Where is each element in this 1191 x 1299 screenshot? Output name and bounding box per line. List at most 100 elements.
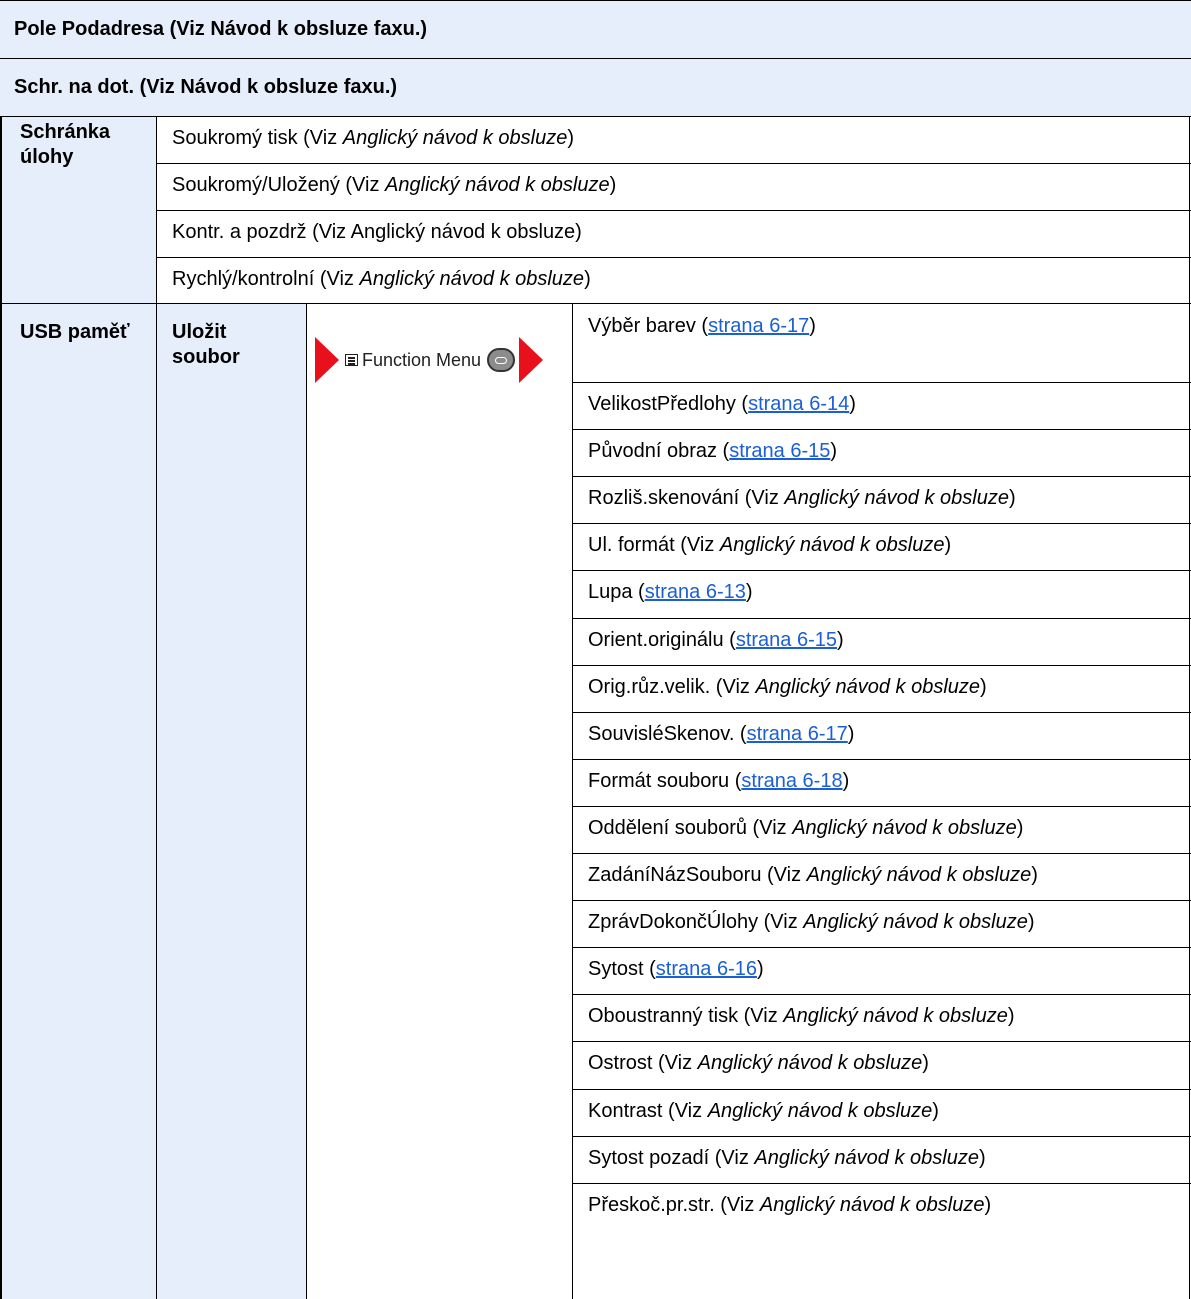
function-menu-label: Function Menu	[362, 349, 482, 370]
divider	[573, 900, 1191, 902]
manual-reference: Anglický návod k obsluze	[342, 127, 568, 149]
page-link[interactable]: strana 6-17	[747, 723, 848, 745]
list-item: Oddělení souborů (Viz Anglický návod k o…	[588, 817, 1023, 840]
job-box-label: Schránka úlohy	[20, 121, 111, 168]
item-suffix: )	[849, 393, 856, 415]
item-suffix: )	[847, 722, 855, 745]
item-label: SouvisléSkenov. (	[588, 722, 747, 745]
header-row-text: Schr. na dot. (Viz Návod k obsluze faxu.…	[14, 76, 398, 98]
manual-reference: Anglický návod k obsluze	[754, 1146, 979, 1169]
page-link[interactable]: strana 6-15	[729, 440, 830, 462]
list-item: VelikostPředlohy (strana 6-14)	[588, 393, 856, 416]
item-suffix: )	[609, 174, 617, 196]
divider	[572, 304, 573, 1299]
list-item: Kontrast (Viz Anglický návod k obsluze)	[588, 1100, 939, 1123]
arrow-right-icon	[315, 337, 339, 383]
list-item: Rychlý/kontrolní (Viz Anglický návod k o…	[172, 268, 591, 291]
item-suffix: )	[567, 127, 575, 149]
divider	[573, 853, 1191, 854]
divider	[573, 711, 1191, 713]
item-label: Kontrast (Viz	[588, 1099, 708, 1122]
item-label: Sytost pozadí (Viz	[588, 1146, 755, 1169]
divider	[157, 163, 1191, 164]
divider	[573, 570, 1191, 572]
divider	[573, 758, 1191, 760]
header-row-text: Pole Podadresa (Viz Návod k obsluze faxu…	[14, 18, 428, 40]
item-label: Soukromý tisk (Viz	[172, 127, 343, 149]
list-item: Orig.růz.velik. (Viz Anglický návod k ob…	[588, 676, 987, 699]
item-suffix: )	[1007, 1005, 1015, 1028]
page-link[interactable]: strana 6-16	[656, 958, 757, 980]
page-link[interactable]: strana 6-17	[708, 315, 809, 337]
item-suffix: )	[944, 534, 952, 557]
list-item: Oboustranný tisk (Viz Anglický návod k o…	[588, 1005, 1015, 1028]
divider	[157, 210, 1191, 211]
divider	[157, 257, 1191, 258]
item-label: Původní obraz (	[588, 440, 730, 463]
item-suffix: )	[984, 1193, 992, 1216]
item-label: Kontr. a pozdrž (Viz Anglický návod k ob…	[172, 221, 582, 243]
item-label: Orig.růz.velik. (Viz	[588, 675, 756, 698]
item-suffix: )	[584, 268, 591, 290]
list-item: ZadáníNázSouboru (Viz Anglický návod k o…	[588, 864, 1038, 887]
list-item: Soukromý/Uložený (Viz Anglický návod k o…	[172, 174, 616, 197]
item-label: Sytost (	[588, 958, 656, 981]
list-item: Sytost (strana 6-16)	[588, 958, 764, 981]
divider	[156, 116, 157, 1299]
manual-reference: Anglický návod k obsluze	[759, 1193, 985, 1216]
manual-reference: Anglický návod k obsluze	[784, 487, 1009, 510]
page-link[interactable]: strana 6-14	[748, 393, 849, 415]
page-link[interactable]: strana 6-15	[736, 629, 837, 651]
list-item: Ul. formát (Viz Anglický návod k obsluze…	[588, 534, 951, 557]
header-row-subaddress: Pole Podadresa (Viz Návod k obsluze faxu…	[0, 0, 1191, 58]
item-label: Rozliš.skenování (Viz	[588, 487, 785, 510]
divider	[573, 429, 1191, 431]
list-item: Soukromý tisk (Viz Anglický návod k obsl…	[172, 127, 574, 150]
manual-reference: Anglický návod k obsluze	[792, 816, 1017, 839]
item-label: Lupa (	[588, 581, 645, 604]
list-item: Výběr barev (strana 6-17)	[588, 315, 816, 338]
item-label: Oboustranný tisk (Viz	[588, 1005, 784, 1028]
item-label: Soukromý/Uložený (Viz	[172, 174, 386, 196]
divider	[0, 116, 1191, 117]
item-suffix: )	[978, 1146, 986, 1169]
list-item: Ostrost (Viz Anglický návod k obsluze)	[588, 1052, 929, 1075]
item-suffix: )	[756, 958, 764, 981]
list-item: SouvisléSkenov. (strana 6-17)	[588, 723, 854, 746]
divider	[573, 523, 1191, 525]
manual-reference: Anglický návod k obsluze	[697, 1052, 923, 1075]
item-suffix: )	[809, 315, 816, 337]
manual-reference: Anglický návod k obsluze	[755, 675, 981, 698]
list-item: Orient.originálu (strana 6-15)	[588, 629, 844, 652]
divider	[573, 994, 1191, 996]
manual-reference: Anglický návod k obsluze	[385, 174, 610, 196]
item-label: Ul. formát (Viz	[588, 534, 720, 557]
divider	[573, 1182, 1191, 1184]
manual-reference: Anglický návod k obsluze	[359, 268, 585, 290]
page-link[interactable]: strana 6-18	[741, 770, 842, 792]
list-item: Sytost pozadí (Viz Anglický návod k obsl…	[588, 1147, 986, 1170]
item-label: ZadáníNázSouboru (Viz	[588, 864, 807, 886]
item-label: Formát souboru (	[588, 769, 742, 792]
item-suffix: )	[1027, 911, 1035, 934]
page-link[interactable]: strana 6-13	[645, 581, 746, 603]
item-label: Výběr barev (	[588, 315, 709, 337]
list-item: ZprávDokončÚlohy (Viz Anglický návod k o…	[588, 911, 1035, 934]
divider	[306, 304, 307, 1299]
save-file-label: Uložit soubor	[172, 321, 240, 368]
item-label: Orient.originálu (	[588, 628, 736, 651]
divider	[573, 1135, 1191, 1137]
item-label: VelikostPředlohy (	[588, 393, 749, 415]
function-menu-button-icon	[487, 348, 516, 372]
item-suffix: )	[745, 581, 753, 604]
list-item: Lupa (strana 6-13)	[588, 581, 753, 604]
item-label: Oddělení souborů (Viz	[588, 816, 793, 839]
manual-reference: Anglický návod k obsluze	[707, 1099, 933, 1122]
item-suffix: )	[830, 440, 838, 463]
manual-reference: Anglický návod k obsluze	[803, 911, 1028, 934]
list-item: Přeskoč.pr.str. (Viz Anglický návod k ob…	[588, 1194, 991, 1217]
header-row-polling-box: Schr. na dot. (Viz Návod k obsluze faxu.…	[0, 58, 1191, 116]
function-menu-key: Function Menu	[315, 337, 544, 383]
item-label: Přeskoč.pr.str. (Viz	[588, 1193, 760, 1216]
item-suffix: )	[1031, 864, 1038, 886]
